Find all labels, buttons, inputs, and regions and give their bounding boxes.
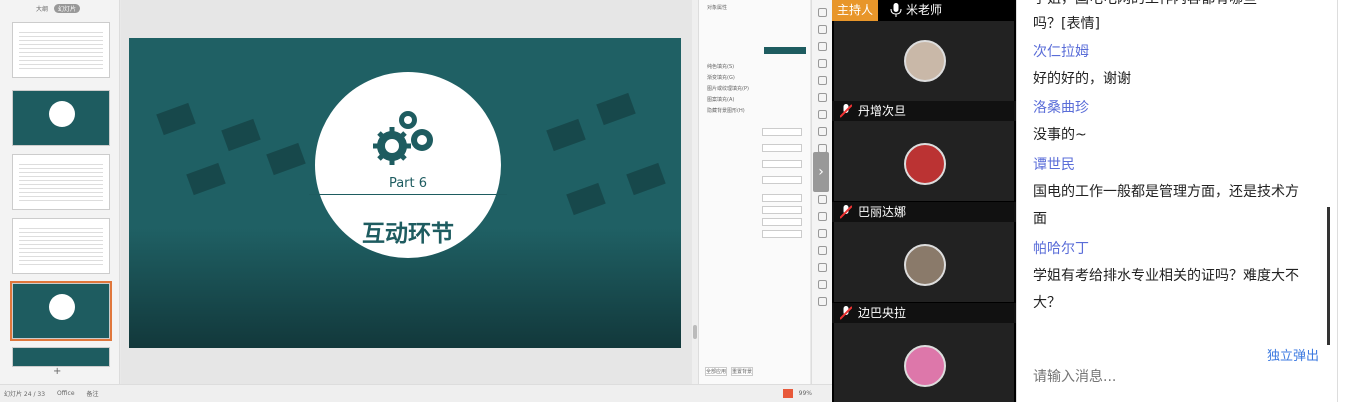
tool-icon[interactable] [817,76,827,85]
offset-field[interactable] [762,218,802,226]
property-field[interactable] [762,128,802,136]
add-slide-button[interactable]: + [53,366,61,377]
tool-icon[interactable] [817,280,827,289]
offset-field[interactable] [762,194,802,202]
participant-name: 边巴央拉 [858,306,907,320]
tool-icon[interactable] [817,59,827,68]
participant-nameband: 边巴央拉 [832,303,1016,323]
host-badge: 主持人 [832,0,878,21]
participant-name: 丹增次旦 [858,104,907,118]
fill-option[interactable]: 渐变填充(G) [707,73,802,82]
theme-name: Office [57,390,75,397]
tool-icon[interactable] [817,263,827,272]
property-field[interactable] [762,176,802,184]
chat-input[interactable] [1033,366,1313,388]
chat-username[interactable]: 帕哈尔丁 [1033,236,1333,263]
avatar [904,40,946,82]
tool-icon[interactable] [817,42,827,51]
chat-scrollbar[interactable] [1327,207,1330,345]
chat-divider [1337,0,1338,402]
presentation-app: 大纲 幻灯片 + Part 6 互动环节 对象属性 纯色填充(S) 渐变填充(G… [0,0,832,402]
properties-header: 对象属性 [707,5,728,11]
video-tile[interactable] [834,222,1014,302]
offset-field[interactable] [762,206,802,214]
tab-slides[interactable]: 幻灯片 [54,3,81,13]
chat-message: 好的好的，谢谢 [1033,71,1131,87]
slide-divider [309,194,507,195]
slide-thumbnail-selected[interactable] [10,281,112,341]
slideshow-play-icon[interactable] [782,389,793,398]
tool-icon[interactable] [817,212,827,221]
chat-message: 吗？[表情] [1033,16,1100,32]
tool-icon[interactable] [817,8,827,17]
slide-thumbnail[interactable] [12,22,110,78]
mic-muted-icon [840,306,852,320]
tool-icon[interactable] [817,246,827,255]
apply-all-button[interactable]: 全部应用 [705,367,727,376]
tool-icon[interactable] [817,195,827,204]
offset-field[interactable] [762,230,802,238]
video-tile[interactable] [834,323,1014,402]
avatar [904,345,946,387]
slide-counter: 幻灯片 24 / 33 [4,391,46,398]
participant-name: 巴丽达娜 [858,205,907,219]
chat-message: 面 [1033,211,1047,227]
side-toolbar [811,0,832,384]
participant-nameband: 巴丽达娜 [832,202,1016,222]
notes-button[interactable]: 备注 [87,389,99,398]
fill-option[interactable]: 图片或纹理填充(P) [707,84,802,93]
slide-title: 互动环节 [362,221,454,247]
mic-muted-icon [840,205,852,219]
participant-nameband: 丹增次旦 [832,101,1016,121]
chat-message: 大？ [1033,295,1061,311]
chat-message: 国电的工作一般都是管理方面，还是技术方 [1033,184,1299,200]
chat-username[interactable]: 洛桑曲珍 [1033,95,1333,122]
chat-message: 学姐有考给排水专业相关的证吗？难度大不 [1033,268,1299,284]
expand-panel-chevron-icon[interactable]: › [813,152,829,192]
slide-part-label: Part 6 [388,176,428,191]
fill-option[interactable]: 纯色填充(S) [707,62,802,71]
properties-panel: 对象属性 纯色填充(S) 渐变填充(G) 图片或纹理填充(P) 图案填充(A) … [698,0,810,384]
reset-background-button[interactable]: 重置背景 [731,367,753,376]
video-tile[interactable] [834,21,1014,101]
video-tile[interactable] [834,121,1014,201]
slide-thumbnail-pane: 大纲 幻灯片 + [0,0,120,384]
host-name: 米老师 [906,3,943,17]
avatar [904,244,946,286]
slide-thumbnail[interactable] [12,154,110,210]
chat-username[interactable]: 谭世民 [1033,152,1333,179]
avatar [904,143,946,185]
gears-icon [370,106,440,170]
chat-panel: 学姐，国电电网的工作内容都有哪些 吗？[表情] 次仁拉姆 好的好的，谢谢 洛桑曲… [1016,0,1346,402]
tool-icon[interactable] [817,25,827,34]
tool-icon[interactable] [817,229,827,238]
fill-option[interactable]: 隐藏背景图形(H) [707,106,802,115]
slide-thumbnail[interactable] [12,218,110,274]
tool-icon[interactable] [817,297,827,306]
title-circle: Part 6 互动环节 [309,72,507,258]
tool-icon[interactable] [817,127,827,136]
fill-color-swatch[interactable] [764,47,806,54]
mic-icon [890,3,902,17]
tool-icon[interactable] [817,110,827,119]
property-slider[interactable] [762,160,802,168]
popout-button[interactable]: 独立弹出 [1267,345,1319,364]
zoom-level[interactable]: 99% [799,390,812,397]
tab-outline[interactable]: 大纲 [36,4,48,13]
slide-thumbnail[interactable] [12,90,110,146]
current-slide[interactable]: Part 6 互动环节 [129,38,681,348]
participants-panel: 主持人 米老师 丹增次旦 巴丽达娜 边巴央拉 [832,0,1016,402]
mic-muted-icon [840,104,852,118]
slide-thumbnail[interactable] [12,347,110,367]
fill-option[interactable]: 图案填充(A) [707,95,802,104]
chat-username[interactable]: 次仁拉姆 [1033,39,1333,66]
status-bar: 幻灯片 24 / 33 Office 备注 99% [0,384,832,402]
screen: 大纲 幻灯片 + Part 6 互动环节 对象属性 纯色填充(S) 渐变填充(G… [0,0,1346,402]
chat-message: 没事的~ [1033,127,1087,143]
property-field[interactable] [762,144,802,152]
tool-icon[interactable] [817,93,827,102]
